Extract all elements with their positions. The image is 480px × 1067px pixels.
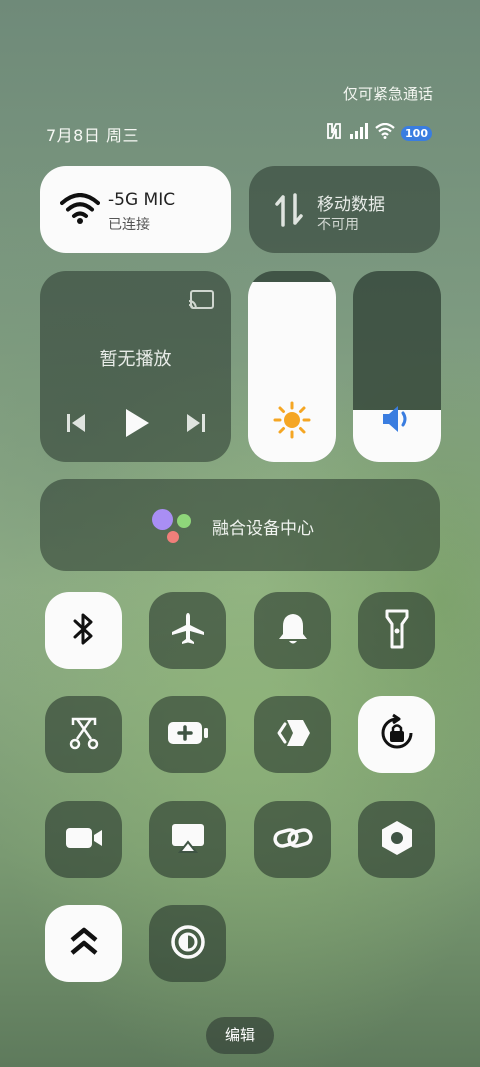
bluetooth-icon: [70, 612, 98, 650]
screen-record-toggle[interactable]: [45, 801, 122, 878]
cast-screen-icon: [170, 822, 206, 858]
mobile-data-status: 不可用: [317, 217, 359, 233]
media-player-tile[interactable]: 暂无播放: [40, 271, 231, 462]
date-text: 7月8日 周三: [46, 126, 139, 145]
sun-icon: [273, 401, 311, 443]
cast-icon[interactable]: [187, 289, 215, 315]
signal-icon: [349, 123, 369, 143]
volume-slider[interactable]: [353, 271, 441, 462]
link-toggle[interactable]: [254, 801, 331, 878]
airplane-mode-toggle[interactable]: [149, 592, 226, 669]
fusion-device-center[interactable]: 融合设备中心: [40, 479, 440, 571]
nfc-icon: [325, 122, 343, 144]
ring-toggle[interactable]: [254, 592, 331, 669]
fusion-logo-icon: [152, 509, 196, 545]
emergency-call-text: 仅可紧急通话: [342, 85, 433, 103]
play-icon[interactable]: [124, 408, 150, 442]
screen-cast-toggle[interactable]: [149, 801, 226, 878]
rotation-lock-icon: [377, 713, 417, 757]
bluetooth-toggle[interactable]: [45, 592, 122, 669]
battery-plus-icon: [166, 720, 210, 750]
nfc-share-toggle[interactable]: [254, 696, 331, 773]
flashlight-toggle[interactable]: [358, 592, 435, 669]
performance-toggle[interactable]: [45, 905, 122, 982]
data-arrows-icon: [274, 193, 304, 231]
next-track-icon[interactable]: [186, 412, 206, 438]
status-icons: 100: [325, 122, 432, 144]
speaker-icon: [381, 404, 413, 438]
wifi-status: 已连接: [108, 217, 150, 233]
dark-mode-toggle[interactable]: [149, 905, 226, 982]
screenshot-toggle[interactable]: [45, 696, 122, 773]
video-camera-icon: [64, 825, 104, 855]
mobile-data-title: 移动数据: [317, 195, 385, 215]
wifi-icon: [60, 193, 100, 229]
fusion-label: 融合设备中心: [212, 519, 314, 539]
diamond-link-icon: [275, 718, 311, 752]
brightness-slider[interactable]: [248, 271, 336, 462]
wifi-status-icon: [375, 122, 395, 143]
hexagon-gear-icon: [380, 820, 414, 860]
contrast-icon: [170, 924, 206, 964]
mobile-data-tile[interactable]: 移动数据 不可用: [249, 166, 440, 253]
wifi-tile[interactable]: -5G MIC 已连接: [40, 166, 231, 253]
screenshot-icon: [67, 715, 101, 755]
bell-icon: [277, 612, 309, 650]
battery-badge: 100: [401, 125, 432, 141]
media-title: 暂无播放: [99, 349, 172, 370]
battery-saver-toggle[interactable]: [149, 696, 226, 773]
rotation-lock-toggle[interactable]: [358, 696, 435, 773]
settings-hex-toggle[interactable]: [358, 801, 435, 878]
double-chevron-up-icon: [69, 926, 99, 962]
link-icon: [272, 824, 313, 856]
previous-track-icon[interactable]: [66, 412, 86, 438]
airplane-icon: [170, 611, 206, 651]
flashlight-icon: [385, 609, 409, 653]
wifi-ssid: -5G MIC: [108, 190, 176, 210]
edit-button[interactable]: 编辑: [206, 1017, 274, 1054]
